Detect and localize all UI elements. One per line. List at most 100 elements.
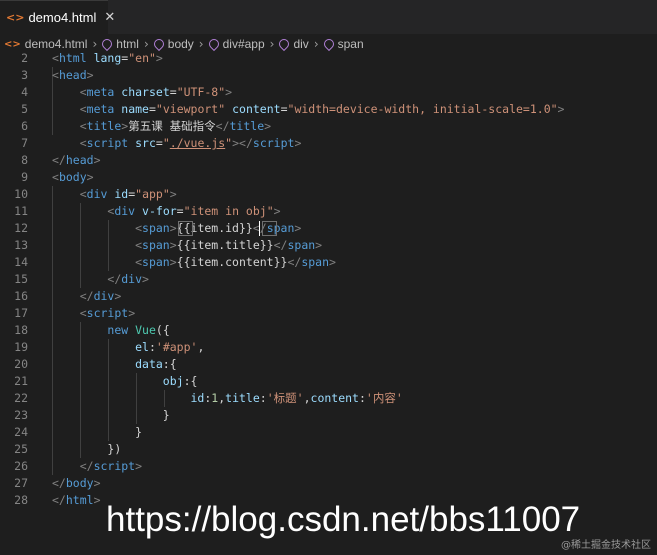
breadcrumb-item[interactable]: body <box>151 36 194 52</box>
code-token: body <box>58 170 87 184</box>
code-token: div <box>114 204 136 218</box>
code-line[interactable]: 26 </script> <box>0 458 657 475</box>
code-token: "UTF-8" <box>176 85 226 99</box>
code-line[interactable]: 17 <script> <box>0 305 657 322</box>
code-line[interactable]: 16 </div> <box>0 288 657 305</box>
code-token: , <box>303 391 311 405</box>
close-icon[interactable]: ✕ <box>104 10 115 25</box>
code-token: div <box>93 289 115 303</box>
code-line[interactable]: 5 <meta name="viewport" content="width=d… <box>0 101 657 118</box>
code-token: > <box>86 68 94 82</box>
code-token: > <box>273 204 281 218</box>
code-token: head <box>58 68 87 82</box>
code-text: <body> <box>52 169 94 186</box>
code-token: < <box>135 238 143 252</box>
code-line[interactable]: 11 <div v-for="item in obj"> <box>0 203 657 220</box>
chevron-right-icon: › <box>92 37 98 51</box>
code-editor[interactable]: 2 <html lang="en"> 3 <head> 4 <meta charset=… <box>0 52 657 555</box>
code-token: span <box>287 238 316 252</box>
code-token: span <box>142 221 170 235</box>
code-token: {{item.title}} <box>176 238 274 252</box>
chevron-right-icon: › <box>198 37 204 51</box>
code-token: > <box>169 238 177 252</box>
code-text: <div id="app"> <box>52 186 177 203</box>
tab-demo4-html[interactable]: <> demo4.html ✕ <box>0 0 115 34</box>
code-line[interactable]: 23 } <box>0 407 657 424</box>
code-line[interactable]: 7 <script src="./vue.js"></script> <box>0 135 657 152</box>
code-token: > <box>264 119 272 133</box>
code-token: span <box>142 238 170 252</box>
code-text: new Vue({ <box>52 322 169 339</box>
breadcrumb-label: div <box>293 37 309 51</box>
code-token: content <box>232 102 281 116</box>
code-line[interactable]: 24 } <box>0 424 657 441</box>
code-line[interactable]: 3 <head> <box>0 67 657 84</box>
code-token: > <box>93 493 101 507</box>
code-line[interactable]: 22 id:1,title:'标题',content:'内容' <box>0 390 657 407</box>
code-line[interactable]: 20 data:{ <box>0 356 657 373</box>
breadcrumb-item[interactable]: html <box>100 36 139 52</box>
code-line[interactable]: 8 </head> <box>0 152 657 169</box>
code-token: head <box>65 153 94 167</box>
code-token: > <box>169 255 177 269</box>
line-number: 10 <box>14 187 28 201</box>
code-token: src <box>135 136 156 150</box>
code-token: > <box>294 221 302 235</box>
code-token: script <box>252 136 295 150</box>
code-token: < <box>79 136 87 150</box>
code-line[interactable]: 18 new Vue({ <box>0 322 657 339</box>
code-line[interactable]: 10 <div id="app"> <box>0 186 657 203</box>
breadcrumb-label: demo4.html <box>24 37 88 51</box>
code-token: ></ <box>232 136 253 150</box>
code-line[interactable]: 2 <html lang="en"> <box>0 52 657 67</box>
code-token: meta <box>86 85 115 99</box>
line-number: 19 <box>14 340 28 354</box>
code-line[interactable]: 14 <span>{{item.content}}</span> <box>0 254 657 271</box>
code-line[interactable]: 6 <title>第五课 基础指令</title> <box>0 118 657 135</box>
code-token: id <box>114 187 129 201</box>
code-line[interactable]: 15 </div> <box>0 271 657 288</box>
code-line[interactable]: 4 <meta charset="UTF-8"> <box>0 84 657 101</box>
element-icon <box>321 36 336 52</box>
code-token: name <box>121 102 149 116</box>
code-token: > <box>86 170 94 184</box>
code-line[interactable]: 12 <span>{{item.id}}</span> <box>0 220 657 237</box>
code-token: " <box>162 136 170 150</box>
breadcrumb-item[interactable]: <> demo4.html <box>4 37 87 51</box>
code-line[interactable]: 25 }) <box>0 441 657 458</box>
code-token: > <box>128 306 136 320</box>
code-line[interactable]: 19 el:'#app', <box>0 339 657 356</box>
breadcrumb-item[interactable]: span <box>321 36 364 52</box>
code-token: el <box>135 340 149 354</box>
code-line[interactable]: 13 <span>{{item.title}}</span> <box>0 237 657 254</box>
code-token: 第五课 基础指令 <box>128 119 216 133</box>
breadcrumb-item[interactable]: div#app <box>206 36 265 52</box>
code-line[interactable]: 9 <body> <box>0 169 657 186</box>
line-number: 24 <box>14 425 28 439</box>
code-token: , <box>197 340 205 354</box>
code-token: </ <box>52 476 66 490</box>
line-number: 12 <box>14 221 28 235</box>
code-token: Vue <box>135 323 156 337</box>
breadcrumb-item[interactable]: div <box>277 36 309 52</box>
chevron-right-icon: › <box>143 37 149 51</box>
code-line[interactable]: 27 </body> <box>0 475 657 492</box>
line-number: 4 <box>21 85 28 99</box>
code-token: > <box>315 238 323 252</box>
code-text: </div> <box>52 288 122 305</box>
code-token: id <box>190 391 205 405</box>
code-token: "width=device-width, initial-scale=1.0" <box>287 102 558 116</box>
code-text: </body> <box>52 475 101 492</box>
code-text: data:{ <box>52 356 177 373</box>
breadcrumb-label: body <box>167 37 194 51</box>
line-number: 26 <box>14 459 28 473</box>
code-line[interactable]: 21 obj:{ <box>0 373 657 390</box>
